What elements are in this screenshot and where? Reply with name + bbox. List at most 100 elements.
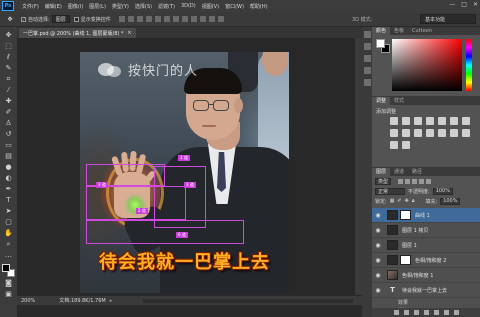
canvas-area[interactable]: 按快门的人 1 道 3 道 3 道 2 道 6 道 待会我就一巴掌上去: [17, 38, 355, 295]
distribute-top-icon[interactable]: [172, 16, 179, 22]
smart-object-filter-icon[interactable]: [426, 178, 432, 184]
vibrance-icon[interactable]: [438, 117, 446, 125]
panel-foreground-swatch[interactable]: [376, 39, 385, 48]
close-button[interactable]: ✕: [473, 1, 478, 8]
tab-styles[interactable]: 样式: [390, 97, 408, 105]
shape-tool-icon[interactable]: ▢: [3, 217, 15, 227]
tab-paths[interactable]: 路径: [408, 168, 426, 176]
type-filter-icon[interactable]: [412, 178, 418, 184]
foreground-color-swatch[interactable]: [1, 264, 10, 272]
hue-saturation-icon[interactable]: [450, 117, 458, 125]
menu-select[interactable]: 选择(S): [132, 3, 155, 10]
invert-icon[interactable]: [438, 129, 446, 137]
horizontal-scrollbar[interactable]: [143, 299, 353, 303]
visibility-eye-icon[interactable]: ◉: [374, 257, 382, 264]
path-select-tool-icon[interactable]: ➤: [3, 206, 15, 216]
menu-3d[interactable]: 3D(D): [178, 3, 199, 10]
move-tool-icon[interactable]: ✥: [3, 14, 17, 25]
visibility-eye-icon[interactable]: ◉: [374, 212, 382, 219]
auto-select-checkbox[interactable]: ✓: [21, 16, 26, 22]
add-style-icon[interactable]: [403, 310, 409, 315]
pen-tool-icon[interactable]: ✒: [3, 184, 15, 194]
marquee-tool-icon[interactable]: ⬚: [3, 41, 15, 51]
visibility-eye-icon[interactable]: ◉: [374, 242, 382, 249]
channel-mixer-icon[interactable]: [414, 129, 422, 137]
panel-color-swatches[interactable]: [376, 39, 390, 53]
brightness-contrast-icon[interactable]: [390, 117, 398, 125]
new-adjustment-icon[interactable]: [423, 310, 429, 315]
crop-tool-icon[interactable]: ⌗: [3, 74, 15, 84]
visibility-eye-icon[interactable]: ◉: [374, 287, 382, 294]
lock-paint-icon[interactable]: ✐: [397, 198, 401, 204]
menu-layer[interactable]: 图层(L): [86, 3, 109, 10]
menu-type[interactable]: 类型(Y): [109, 3, 132, 10]
black-white-icon[interactable]: [390, 129, 398, 137]
hue-slider[interactable]: [466, 39, 472, 91]
visibility-eye-icon[interactable]: ◉: [374, 272, 382, 279]
info-panel-icon[interactable]: [363, 55, 371, 62]
layer-name[interactable]: 曲线 1: [415, 212, 430, 219]
document-canvas[interactable]: 按快门的人 1 道 3 道 3 道 2 道 6 道 待会我就一巴掌上去: [80, 52, 289, 293]
minimize-button[interactable]: —: [449, 1, 455, 8]
history-brush-tool-icon[interactable]: ↺: [3, 129, 15, 139]
layer-mask-thumbnail[interactable]: [400, 210, 411, 220]
posterize-icon[interactable]: [450, 129, 458, 137]
color-lookup-icon[interactable]: [426, 129, 434, 137]
show-transform-checkbox[interactable]: [73, 16, 79, 22]
close-tab-icon[interactable]: ×: [127, 30, 131, 36]
kind-filter-dropdown[interactable]: 类型: [375, 177, 392, 185]
layer-name[interactable]: 图层 1: [402, 242, 417, 249]
distribute-middle-icon[interactable]: [181, 16, 188, 22]
character-panel-icon[interactable]: [363, 67, 371, 74]
distribute-right-icon[interactable]: [217, 16, 224, 22]
document-tab[interactable]: 一巴掌.psd @ 200% (曲线 1, 图层蒙版/8) * ×: [19, 28, 136, 38]
distribute-bottom-icon[interactable]: [190, 16, 197, 22]
opacity-field[interactable]: 100%: [432, 187, 453, 195]
menu-file[interactable]: 文件(F): [19, 3, 42, 10]
layer-name[interactable]: 色相/饱和度 2: [415, 257, 446, 264]
new-group-icon[interactable]: [433, 310, 439, 315]
visibility-eye-icon[interactable]: ◉: [374, 227, 382, 234]
menu-help[interactable]: 帮助(H): [247, 3, 271, 10]
zoom-tool-icon[interactable]: ⌕: [3, 239, 15, 249]
align-bottom-icon[interactable]: [136, 16, 143, 22]
align-top-icon[interactable]: [118, 16, 125, 22]
history-panel-icon[interactable]: [363, 31, 371, 38]
pixel-filter-icon[interactable]: [398, 178, 404, 184]
auto-select-dropdown[interactable]: 图层: [51, 15, 70, 23]
paragraph-panel-icon[interactable]: [363, 79, 371, 86]
align-center-icon[interactable]: [154, 16, 161, 22]
tab-color[interactable]: 颜色: [372, 27, 391, 35]
healing-brush-tool-icon[interactable]: ✚: [3, 96, 15, 106]
menu-window[interactable]: 窗口(W): [222, 3, 247, 10]
maximize-button[interactable]: □: [461, 1, 467, 8]
tab-swatches[interactable]: 色板: [390, 27, 408, 35]
link-layers-icon[interactable]: [393, 310, 399, 315]
blend-mode-dropdown[interactable]: 正常: [375, 187, 405, 195]
new-layer-icon[interactable]: [443, 310, 449, 315]
tab-channels[interactable]: 通道: [390, 168, 408, 176]
exposure-icon[interactable]: [426, 117, 434, 125]
menu-edit[interactable]: 编辑(E): [42, 3, 65, 10]
menu-filter[interactable]: 滤镜(T): [155, 3, 178, 10]
properties-panel-icon[interactable]: [363, 43, 371, 50]
menu-image[interactable]: 图像(I): [65, 3, 86, 10]
photo-filter-icon[interactable]: [402, 129, 410, 137]
align-left-icon[interactable]: [145, 16, 152, 22]
quick-select-tool-icon[interactable]: ✎: [3, 63, 15, 73]
add-mask-icon[interactable]: [413, 310, 419, 315]
layer-name[interactable]: 图层 1 拷贝: [402, 227, 428, 234]
distribute-center-icon[interactable]: [208, 16, 215, 22]
menu-view[interactable]: 视图(V): [199, 3, 222, 10]
tab-layers[interactable]: 图层: [372, 168, 391, 176]
blur-tool-icon[interactable]: ●: [3, 162, 15, 172]
screen-mode-icon[interactable]: ▣: [3, 289, 15, 299]
adjustment-filter-icon[interactable]: [405, 178, 411, 184]
workspace-switcher[interactable]: 基本功能: [420, 14, 476, 24]
curves-icon[interactable]: [414, 117, 422, 125]
type-tool-icon[interactable]: T: [3, 195, 15, 205]
fill-field[interactable]: 100%: [440, 197, 461, 205]
edit-toolbar-icon[interactable]: …: [3, 250, 15, 260]
selective-color-icon[interactable]: [402, 141, 410, 149]
color-balance-icon[interactable]: [462, 117, 470, 125]
